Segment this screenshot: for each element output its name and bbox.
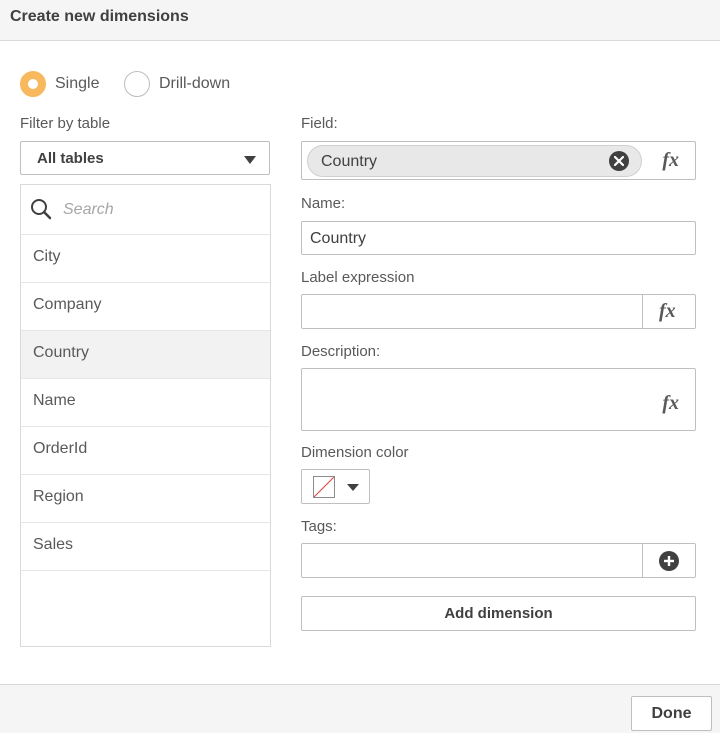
fx-icon[interactable]: fx (662, 392, 679, 415)
list-item-city[interactable]: City (21, 235, 270, 283)
name-input[interactable]: Country (301, 221, 696, 255)
radio-drill-down-label: Drill-down (159, 75, 231, 92)
label-expression-fx-button[interactable]: fx (642, 295, 695, 328)
list-item-label: Region (33, 488, 84, 505)
dimension-color-picker[interactable] (301, 469, 370, 504)
dimension-color-label: Dimension color (301, 444, 409, 461)
done-button[interactable]: Done (631, 696, 712, 731)
filter-table-select[interactable]: All tables (20, 141, 270, 175)
caret-down-icon (347, 484, 359, 491)
field-chip-label: Country (321, 153, 378, 170)
dialog-footer: Done (0, 684, 720, 733)
list-item-name[interactable]: Name (21, 379, 270, 427)
radio-single-label: Single (55, 75, 100, 92)
caret-down-icon (244, 156, 256, 164)
list-item-label: Sales (33, 536, 74, 553)
field-input[interactable]: Country fx (301, 141, 696, 180)
list-item-label: Country (33, 344, 90, 361)
filter-label: Filter by table (20, 115, 111, 132)
field-chip[interactable]: Country (307, 145, 642, 177)
tags-label: Tags: (301, 518, 337, 535)
name-label: Name: (301, 195, 346, 212)
search-row (21, 185, 270, 235)
fx-icon[interactable]: fx (662, 149, 679, 172)
add-dimension-button[interactable]: Add dimension (301, 596, 696, 631)
no-color-swatch-icon (313, 476, 335, 498)
list-item-label: City (33, 248, 61, 265)
list-item-label: Company (33, 296, 102, 313)
dialog-header: Create new dimensions (0, 0, 720, 41)
name-input-value: Country (310, 230, 367, 247)
tags-input[interactable] (301, 543, 696, 578)
search-input[interactable] (61, 195, 255, 225)
list-item-company[interactable]: Company (21, 283, 270, 331)
radio-single[interactable]: Single (20, 69, 99, 99)
clear-icon[interactable] (609, 151, 629, 171)
radio-drill-down-indicator[interactable] (124, 71, 150, 97)
label-expression-input[interactable]: fx (301, 294, 696, 329)
add-tag-button[interactable] (642, 544, 695, 577)
list-item-label: OrderId (33, 440, 88, 457)
field-label: Field: (301, 115, 338, 132)
list-item-sales[interactable]: Sales (21, 523, 270, 571)
radio-drill-down[interactable]: Drill-down (124, 69, 230, 99)
list-item-label: Name (33, 392, 76, 409)
dialog-title: Create new dimensions (10, 8, 189, 25)
list-item-region[interactable]: Region (21, 475, 270, 523)
description-label: Description: (301, 343, 381, 360)
description-input[interactable]: fx (301, 368, 696, 431)
radio-single-indicator[interactable] (20, 71, 46, 97)
field-list: City Company Country Name OrderId Region… (20, 184, 271, 647)
list-item-country[interactable]: Country (21, 331, 270, 379)
search-icon (31, 199, 52, 220)
filter-table-value: All tables (37, 150, 104, 167)
fx-icon: fx (659, 300, 676, 322)
plus-circle-icon (659, 551, 679, 571)
label-expression-label: Label expression (301, 269, 415, 286)
list-item-orderid[interactable]: OrderId (21, 427, 270, 475)
